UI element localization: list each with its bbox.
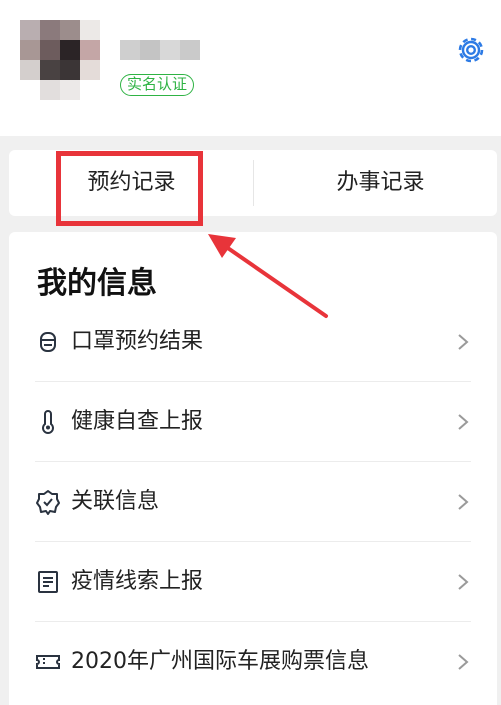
list-item-health-report[interactable]: 健康自查上报 xyxy=(35,382,471,462)
profile-header: 实名认证 xyxy=(0,0,501,136)
list-item-label: 关联信息 xyxy=(71,489,160,514)
user-name-blurred xyxy=(120,40,200,60)
document-lines-icon xyxy=(38,571,58,593)
real-name-verified-badge: 实名认证 xyxy=(120,74,195,96)
red-arrow-annotation xyxy=(208,234,328,318)
list-item-auto-show-ticket[interactable]: 2020年广州国际车展购票信息 xyxy=(35,622,471,702)
list-item-label: 疫情线索上报 xyxy=(71,569,204,594)
tab-divider xyxy=(253,160,254,206)
chevron-right-icon xyxy=(458,334,469,350)
chevron-right-icon xyxy=(458,574,469,590)
list-item-linked-info[interactable]: 关联信息 xyxy=(35,462,471,542)
chevron-right-icon xyxy=(458,654,469,670)
thermometer-icon xyxy=(42,410,54,434)
highlight-box xyxy=(56,151,203,226)
badge-check-icon xyxy=(36,490,60,515)
tab-affairs-records[interactable]: 办事记录 xyxy=(264,150,497,216)
my-info-title: 我的信息 xyxy=(37,266,157,301)
ticket-icon xyxy=(36,655,60,669)
list-item-label: 2020年广州国际车展购票信息 xyxy=(71,649,369,674)
chevron-right-icon xyxy=(458,494,469,510)
mask-icon xyxy=(40,332,56,352)
list-item-label: 口罩预约结果 xyxy=(71,329,204,354)
gear-icon[interactable] xyxy=(455,34,487,66)
list-item-epidemic-clue-report[interactable]: 疫情线索上报 xyxy=(35,542,471,622)
chevron-right-icon xyxy=(458,414,469,430)
list-item-label: 健康自查上报 xyxy=(71,409,204,434)
avatar[interactable] xyxy=(20,20,100,100)
